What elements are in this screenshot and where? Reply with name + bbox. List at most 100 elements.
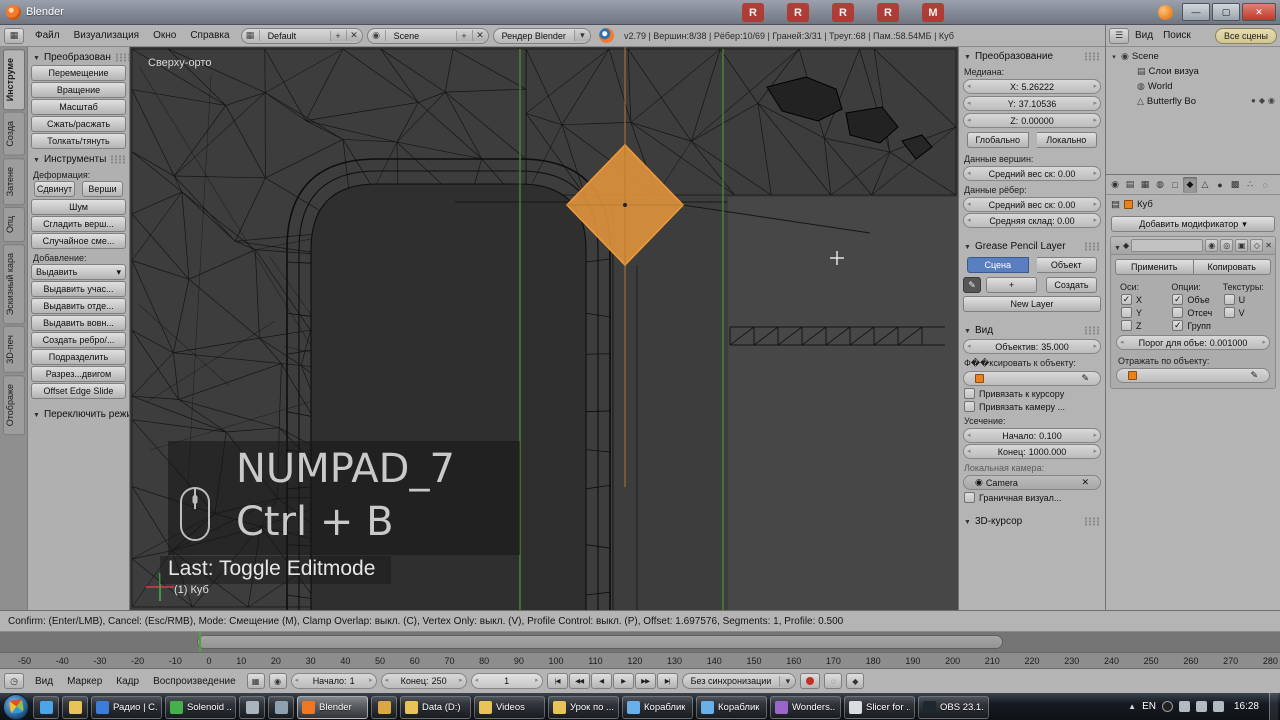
option-checkbox[interactable]: Групп (1167, 319, 1218, 332)
properties-tab-icon[interactable]: ▦ (1138, 177, 1152, 193)
outliner-row[interactable]: ◍ World (1106, 79, 1280, 94)
expand-icon[interactable]: ▾ (1110, 53, 1118, 61)
add-tool-button[interactable]: Offset Edge Slide (31, 383, 126, 399)
taskbar-app-button[interactable]: Wonders... (770, 696, 841, 719)
modifier-name-field[interactable] (1131, 239, 1203, 252)
properties-tab-icon[interactable]: ◌ (1258, 177, 1272, 193)
median-y-field[interactable]: Y: 37.10536 (963, 96, 1101, 111)
taskbar-app-button[interactable]: Кораблик (622, 696, 693, 719)
edge-crease-field[interactable]: Средняя склад: 0.00 (963, 213, 1101, 228)
transform-panel-header[interactable]: Преобразование (959, 47, 1105, 64)
taskbar-app-button[interactable]: Радио | С... (91, 696, 162, 719)
properties-tab-icon[interactable]: ● (1213, 177, 1227, 193)
properties-tab-icon[interactable]: △ (1198, 177, 1212, 193)
lock-object-field[interactable] (963, 371, 1101, 386)
play-button[interactable] (613, 673, 634, 689)
taskbar-app-button[interactable] (62, 696, 88, 719)
current-frame-field[interactable]: 1 (471, 673, 543, 689)
next-keyframe-button[interactable] (635, 673, 656, 689)
maximize-button[interactable] (1212, 3, 1240, 21)
show-desktop-button[interactable] (1269, 693, 1278, 720)
properties-tab-icon[interactable]: ∴ (1243, 177, 1257, 193)
axis-checkbox[interactable]: X (1116, 293, 1167, 306)
renderable-camera-icon[interactable]: ◉ (1268, 96, 1275, 105)
median-z-field[interactable]: Z: 0.00000 (963, 113, 1101, 128)
tool-shelf-tab[interactable]: Затене (3, 158, 25, 205)
tool-shelf-tab[interactable]: Опц (3, 207, 25, 242)
transform-tool-button[interactable]: Толкать/тянуть (31, 133, 126, 149)
properties-tab-icon[interactable]: ◆ (1183, 177, 1197, 193)
minimize-button[interactable] (1182, 3, 1210, 21)
outliner-display-mode[interactable]: Все сцены (1215, 28, 1277, 44)
frame-range-band[interactable] (197, 635, 1003, 649)
cursor-panel-header[interactable]: 3D-курсор (959, 512, 1105, 529)
texture-checkbox[interactable]: V (1219, 306, 1270, 319)
taskbar-app-button[interactable]: Slicer for ... (844, 696, 915, 719)
properties-tab-icon[interactable]: ▩ (1228, 177, 1242, 193)
deform-tool-button[interactable]: Сгладить верш... (31, 216, 126, 232)
properties-tab-icon[interactable]: ◍ (1153, 177, 1167, 193)
taskbar-app-button[interactable]: Videos (474, 696, 545, 719)
tools-panel-header[interactable]: Инструменты (28, 150, 129, 167)
render-border-checkbox[interactable]: Граничная визуал... (959, 491, 1105, 504)
menu-item[interactable]: Файл (28, 28, 67, 43)
taskbar-app-button[interactable]: Кораблик (696, 696, 767, 719)
gp-new-button[interactable]: Создать (1046, 277, 1097, 293)
timeline-editor-icon[interactable]: ◷ (4, 673, 24, 689)
timeline-menu-item[interactable]: Кадр (109, 674, 146, 689)
volume-tray-icon[interactable] (1179, 701, 1190, 712)
transform-tools-panel-header[interactable]: Преобразован (28, 48, 129, 65)
gp-object-tab[interactable]: Объект (1037, 257, 1098, 273)
play-reverse-button[interactable] (591, 673, 612, 689)
tool-shelf-tab[interactable]: 3D-печ (3, 326, 25, 373)
frame-start-field[interactable]: Начало: 1 (291, 673, 377, 689)
outliner-editor-icon[interactable]: ☰ (1109, 28, 1129, 44)
median-x-field[interactable]: X: 5.26222 (963, 79, 1101, 94)
outliner-row[interactable]: ▾ ◉ Scene (1106, 49, 1280, 64)
start-button[interactable] (3, 694, 29, 720)
timeline-icon-button-1[interactable]: ▦ (247, 673, 265, 689)
add-tool-button[interactable]: Создать ребро/... (31, 332, 126, 348)
frame-end-field[interactable]: Конец: 250 (381, 673, 467, 689)
eyedropper-icon[interactable] (1250, 370, 1258, 381)
clear-icon[interactable] (1081, 477, 1089, 488)
taskbar-app-button[interactable] (268, 696, 294, 719)
viewport-toggle-icon[interactable] (1220, 239, 1233, 252)
add-tool-button[interactable]: Выдавить вовн... (31, 315, 126, 331)
eyedropper-icon[interactable] (1081, 373, 1089, 384)
axis-checkbox[interactable]: Y (1116, 306, 1167, 319)
properties-tab-icon[interactable]: □ (1168, 177, 1182, 193)
extrude-menu-button[interactable]: Выдавить (31, 264, 126, 280)
lock-to-cursor-checkbox[interactable]: Привязать к курсору (959, 387, 1105, 400)
lens-field[interactable]: Объектив: 35.000 (963, 339, 1101, 354)
tool-shelf-tab[interactable]: Созда (3, 112, 25, 156)
scene-delete-button[interactable] (472, 30, 488, 41)
obs-tray-icon[interactable] (1162, 701, 1173, 712)
taskbar-app-button[interactable]: Урок по ... (548, 696, 619, 719)
transform-tool-button[interactable]: Сжать/расжать (31, 116, 126, 132)
action-center-tray-icon[interactable] (1213, 701, 1224, 712)
network-tray-icon[interactable] (1196, 701, 1207, 712)
language-indicator[interactable]: EN (1142, 701, 1156, 712)
add-tool-button[interactable]: Подразделить (31, 349, 126, 365)
layout-add-button[interactable] (330, 31, 346, 41)
cage-toggle-icon[interactable] (1250, 239, 1263, 252)
local-button[interactable]: Локально (1037, 132, 1098, 148)
taskbar-app-button[interactable]: Blender (297, 696, 368, 719)
jump-to-start-button[interactable] (547, 673, 568, 689)
edge-bevel-weight-field[interactable]: Средний вес ск: 0.00 (963, 197, 1101, 212)
tray-expand-icon[interactable]: ▲ (1128, 702, 1136, 711)
timeline-menu-item[interactable]: Вид (28, 674, 60, 689)
viewport-3d[interactable]: Сверху-орто NUMPAD_7 Ctrl + B Last: Togg… (130, 47, 958, 610)
close-button[interactable] (1242, 3, 1276, 21)
editmode-toggle-icon[interactable] (1235, 239, 1248, 252)
layout-selector[interactable]: Default (241, 28, 363, 44)
menu-item[interactable]: Визуализация (67, 28, 146, 43)
merge-threshold-field[interactable]: Порог для объе: 0.001000 (1116, 335, 1270, 350)
clip-start-field[interactable]: Начало: 0.100 (963, 428, 1101, 443)
timeline-menu-item[interactable]: Маркер (60, 674, 109, 689)
outliner-search-menu[interactable]: Поиск (1159, 28, 1195, 43)
tool-shelf-tab[interactable]: Эскизный кара (3, 244, 25, 324)
taskbar-app-button[interactable]: OBS 23.1... (918, 696, 989, 719)
deform-tool-button[interactable]: Сдвинут (34, 181, 75, 197)
